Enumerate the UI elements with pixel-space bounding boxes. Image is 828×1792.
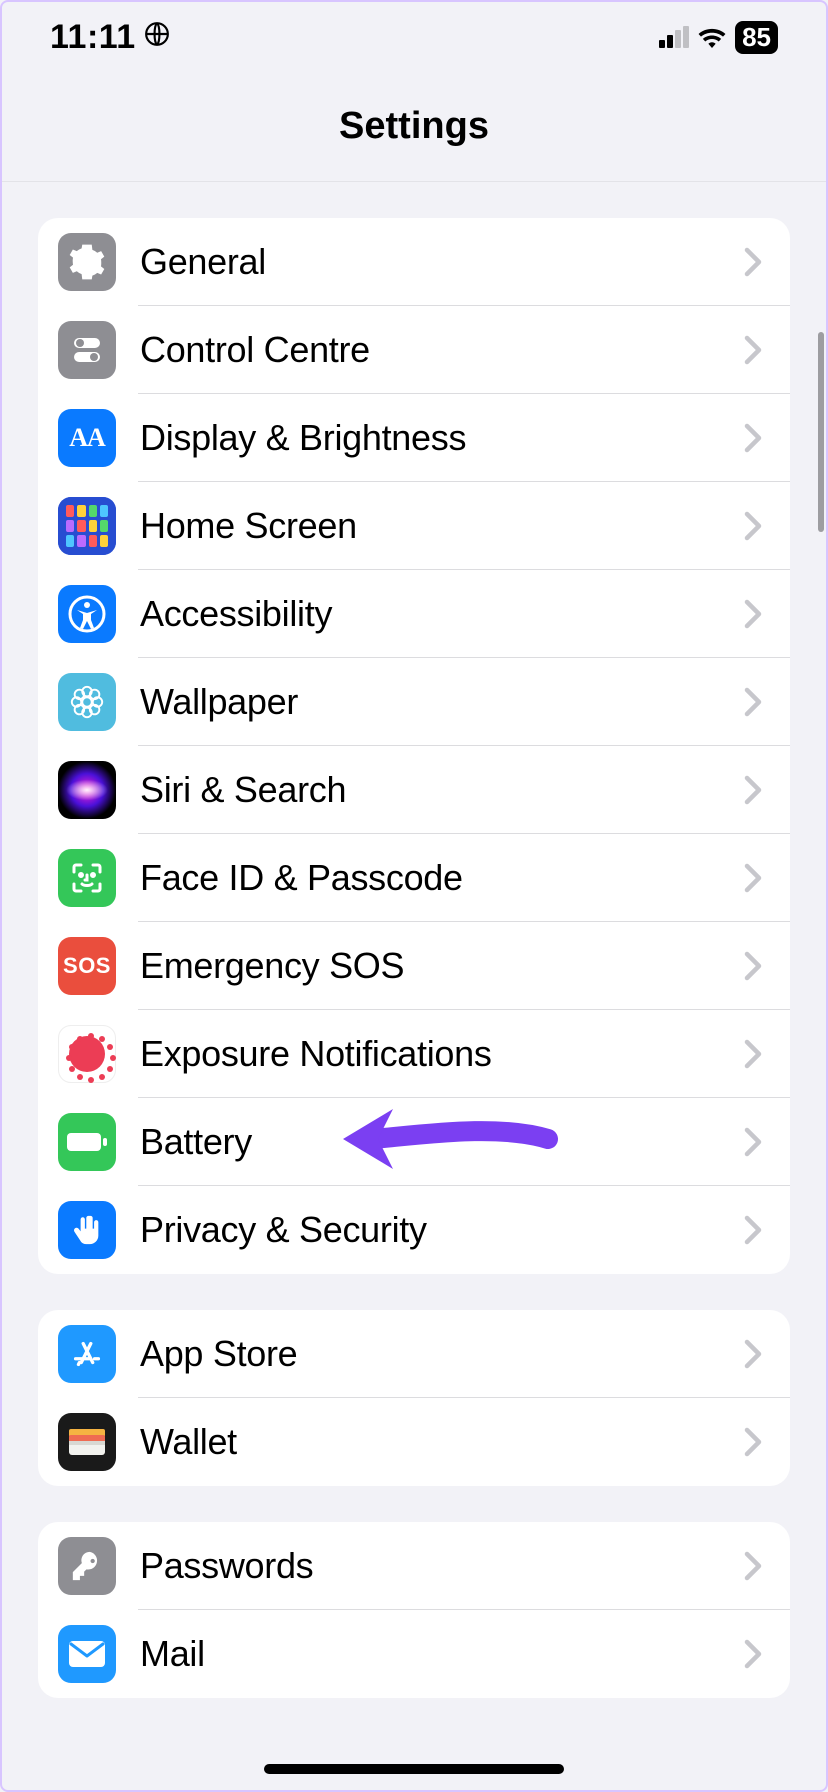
chevron-right-icon (744, 863, 762, 893)
chevron-right-icon (744, 423, 762, 453)
settings-row-label: General (140, 241, 744, 283)
battery-full-icon (58, 1113, 116, 1171)
settings-row-label: Wallet (140, 1421, 744, 1463)
settings-row-emergency-sos[interactable]: SOS Emergency SOS (38, 922, 790, 1010)
settings-row-label: Control Centre (140, 329, 744, 371)
settings-row-label: Exposure Notifications (140, 1033, 744, 1075)
cellular-signal-icon (659, 26, 689, 48)
chevron-right-icon (744, 1127, 762, 1157)
settings-row-general[interactable]: General (38, 218, 790, 306)
settings-row-wallet[interactable]: Wallet (38, 1398, 790, 1486)
settings-row-label: Wallpaper (140, 681, 744, 723)
settings-row-label: Siri & Search (140, 769, 744, 811)
settings-row-label: Mail (140, 1633, 744, 1675)
accessibility-icon (58, 585, 116, 643)
chevron-right-icon (744, 951, 762, 981)
settings-row-exposure-notifications[interactable]: Exposure Notifications (38, 1010, 790, 1098)
home-grid-icon (58, 497, 116, 555)
settings-row-faceid-passcode[interactable]: Face ID & Passcode (38, 834, 790, 922)
scrollbar-indicator (818, 332, 824, 532)
status-time: 11:11 (50, 18, 136, 57)
settings-row-label: App Store (140, 1333, 744, 1375)
settings-row-label: Emergency SOS (140, 945, 744, 987)
settings-row-battery[interactable]: Battery (38, 1098, 790, 1186)
settings-group: App Store Wallet (38, 1310, 790, 1486)
flower-icon (58, 673, 116, 731)
key-icon (58, 1537, 116, 1595)
sos-text-icon: SOS (63, 953, 111, 979)
chevron-right-icon (744, 335, 762, 365)
chevron-right-icon (744, 1639, 762, 1669)
chevron-right-icon (744, 775, 762, 805)
chevron-right-icon (744, 1551, 762, 1581)
settings-group: General Control Centre AA Display & Brightn… (38, 218, 790, 1274)
settings-row-label: Home Screen (140, 505, 744, 547)
page-title: Settings (339, 105, 489, 148)
settings-row-wallpaper[interactable]: Wallpaper (38, 658, 790, 746)
settings-row-label: Battery (140, 1121, 744, 1163)
settings-row-display-brightness[interactable]: AA Display & Brightness (38, 394, 790, 482)
chevron-right-icon (744, 1039, 762, 1069)
status-left: 11:11 (50, 18, 170, 57)
chevron-right-icon (744, 511, 762, 541)
faceid-icon (58, 849, 116, 907)
nav-header: Settings (2, 72, 826, 182)
settings-group: Passwords Mail (38, 1522, 790, 1698)
settings-row-home-screen[interactable]: Home Screen (38, 482, 790, 570)
chevron-right-icon (744, 247, 762, 277)
exposure-icon (58, 1025, 116, 1083)
battery-status-icon: 85 (735, 21, 778, 54)
settings-row-label: Privacy & Security (140, 1209, 744, 1251)
home-indicator[interactable] (264, 1764, 564, 1774)
settings-row-label: Face ID & Passcode (140, 857, 744, 899)
settings-row-passwords[interactable]: Passwords (38, 1522, 790, 1610)
wallet-icon (58, 1413, 116, 1471)
chevron-right-icon (744, 1427, 762, 1457)
aa-text-icon: AA (69, 423, 105, 453)
settings-row-mail[interactable]: Mail (38, 1610, 790, 1698)
gear-icon (58, 233, 116, 291)
status-bar: 11:11 85 (2, 2, 826, 72)
status-right: 85 (659, 21, 778, 54)
settings-row-label: Display & Brightness (140, 417, 744, 459)
aa-icon: AA (58, 409, 116, 467)
siri-icon (58, 761, 116, 819)
settings-row-app-store[interactable]: App Store (38, 1310, 790, 1398)
settings-row-siri-search[interactable]: Siri & Search (38, 746, 790, 834)
hand-icon (58, 1201, 116, 1259)
wifi-icon (697, 26, 727, 48)
settings-row-accessibility[interactable]: Accessibility (38, 570, 790, 658)
globe-icon (144, 21, 170, 54)
mail-icon (58, 1625, 116, 1683)
chevron-right-icon (744, 599, 762, 629)
settings-row-label: Accessibility (140, 593, 744, 635)
appstore-icon (58, 1325, 116, 1383)
settings-row-control-centre[interactable]: Control Centre (38, 306, 790, 394)
chevron-right-icon (744, 1339, 762, 1369)
sos-icon: SOS (58, 937, 116, 995)
settings-list[interactable]: General Control Centre AA Display & Brightn… (2, 182, 826, 1790)
chevron-right-icon (744, 687, 762, 717)
settings-row-privacy-security[interactable]: Privacy & Security (38, 1186, 790, 1274)
chevron-right-icon (744, 1215, 762, 1245)
settings-row-label: Passwords (140, 1545, 744, 1587)
toggles-icon (58, 321, 116, 379)
